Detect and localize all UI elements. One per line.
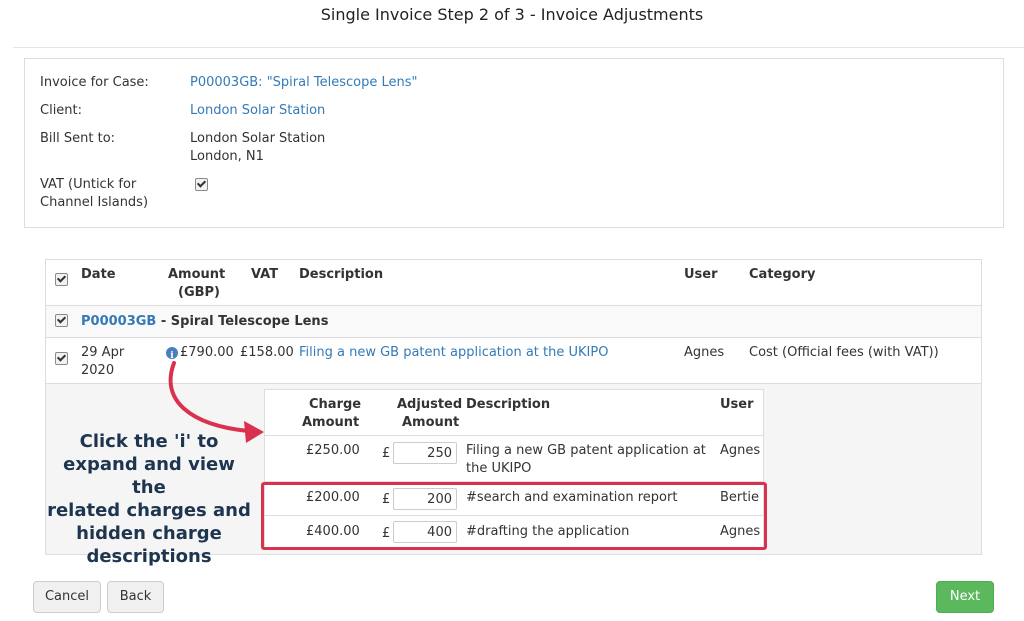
callout-line: expand and view the (63, 454, 235, 498)
item-user: Agnes (684, 345, 725, 360)
vat-label-line2: Channel Islands) (40, 195, 149, 210)
page-title: Single Invoice Step 2 of 3 - Invoice Adj… (320, 5, 704, 24)
header-amount-line1: Amount (168, 267, 226, 282)
header-date: Date (81, 267, 116, 282)
vat-label-line1: VAT (Untick for (40, 177, 137, 192)
related-charges-header: Charge Amount Adjusted Amount Descriptio… (265, 390, 763, 436)
callout-line: descriptions (86, 546, 212, 567)
bill-address-line1: London Solar Station (190, 131, 326, 146)
sub-header-adjusted-line1: Adjusted (397, 397, 463, 412)
header-description: Description (299, 267, 384, 282)
sub-header-user: User (720, 397, 754, 412)
title-divider (13, 47, 1024, 48)
header-category: Category (749, 267, 816, 282)
client-link[interactable]: London Solar Station (190, 102, 590, 120)
charge-description-line1: Filing a new GB patent application at (466, 443, 706, 458)
case-code-link[interactable]: P00003GB (81, 314, 156, 329)
sub-header-description: Description (466, 397, 551, 412)
bill-label: Bill Sent to: (40, 131, 116, 146)
case-checkbox[interactable] (55, 314, 68, 329)
checkbox-icon (55, 273, 68, 286)
charge-user: Agnes (720, 443, 761, 458)
case-link[interactable]: P00003GB: "Spiral Telescope Lens" (190, 74, 590, 92)
checkbox-icon (55, 314, 68, 327)
invoice-info-panel: Invoice for Case: P00003GB: "Spiral Tele… (24, 58, 1004, 228)
callout-line: hidden charge (76, 523, 222, 544)
checkbox-icon (55, 352, 68, 365)
item-date-line1: 29 Apr (81, 345, 125, 360)
related-charge-row: £250.00 £ Filing a new GB patent applica… (265, 436, 763, 482)
back-button[interactable]: Back (107, 581, 164, 613)
sub-header-charge-line2: Amount (302, 415, 360, 430)
vat-checkbox[interactable] (195, 178, 595, 196)
next-button[interactable]: Next (936, 581, 994, 613)
header-amount-line2: (GBP) (178, 285, 220, 300)
item-description-link[interactable]: Filing a new GB patent application at th… (299, 344, 608, 362)
checkbox-icon (195, 178, 208, 191)
callout-annotation: Click the 'i' to expand and view the rel… (44, 430, 254, 568)
header-user: User (684, 267, 718, 282)
callout-line: related charges and (47, 500, 251, 521)
item-date-line2: 2020 (81, 363, 115, 378)
case-group-row: P00003GB - Spiral Telescope Lens (46, 306, 981, 338)
cancel-button[interactable]: Cancel (33, 581, 101, 613)
charge-description-line2: the UKIPO (466, 461, 532, 476)
sub-header-charge-line1: Charge (309, 397, 362, 412)
case-label: Invoice for Case: (40, 75, 149, 90)
client-label: Client: (40, 103, 83, 118)
adjusted-amount-input[interactable] (393, 442, 457, 464)
item-category: Cost (Official fees (with VAT)) (749, 345, 939, 360)
callout-line: Click the 'i' to (79, 431, 219, 452)
currency-symbol: £ (382, 446, 391, 461)
case-name: - Spiral Telescope Lens (156, 314, 329, 329)
header-vat: VAT (251, 267, 279, 282)
table-header: Date Amount (GBP) VAT Description User C… (46, 260, 981, 306)
charge-amount: £250.00 (306, 443, 360, 458)
hidden-charges-highlight (261, 482, 767, 550)
sub-header-adjusted-line2: Amount (402, 415, 460, 430)
bill-address-line2: London, N1 (190, 149, 264, 164)
